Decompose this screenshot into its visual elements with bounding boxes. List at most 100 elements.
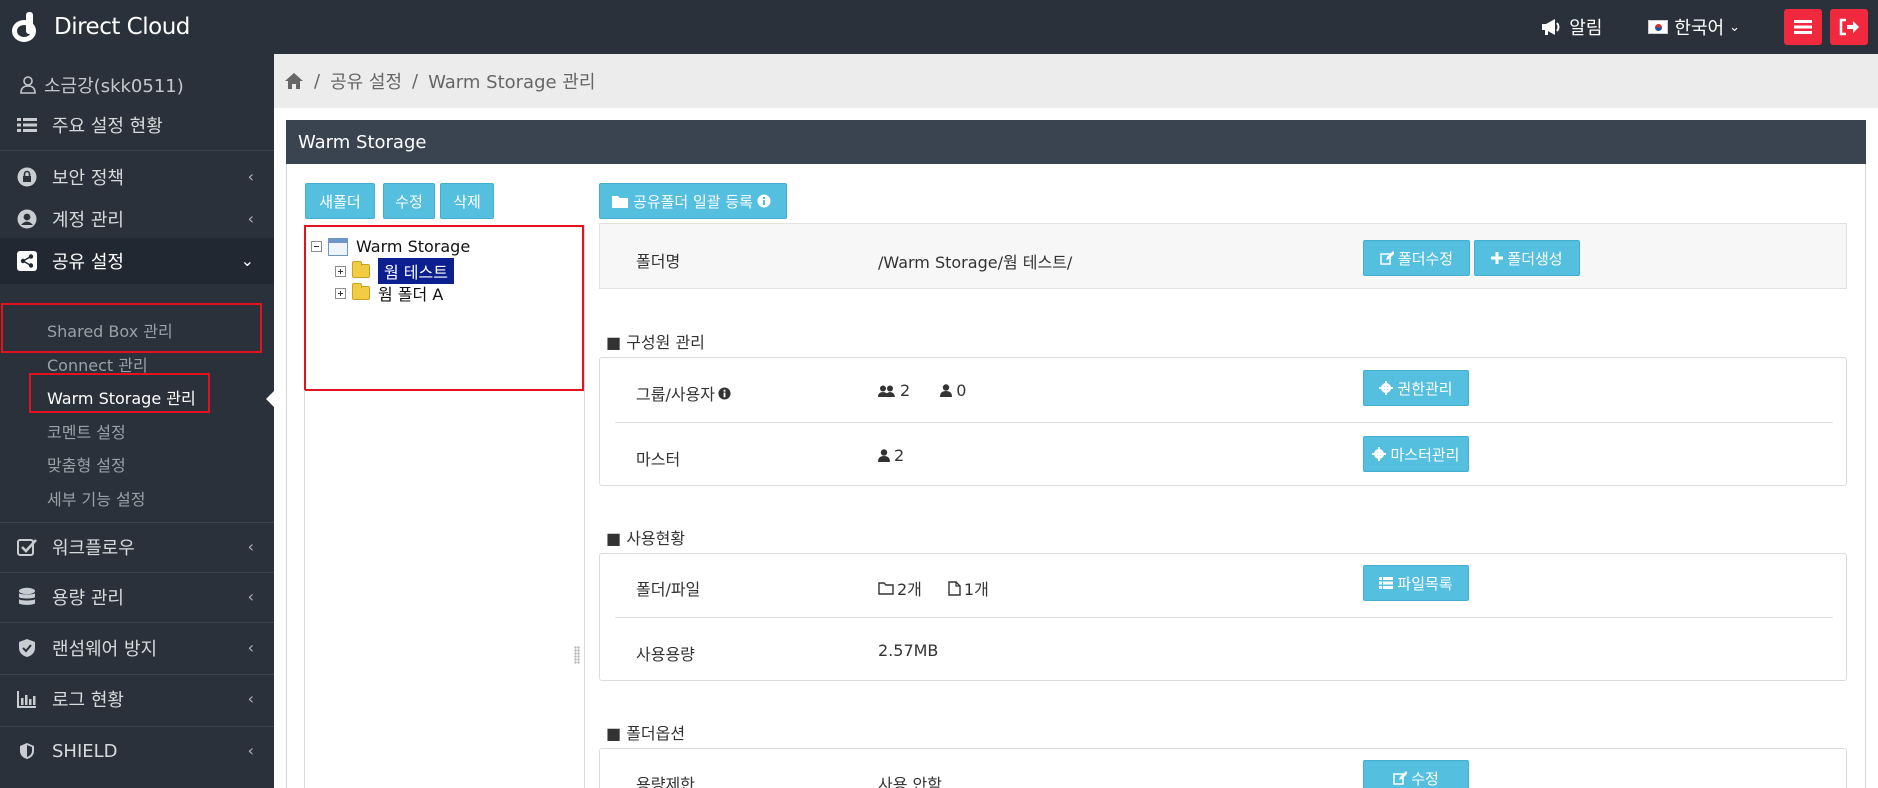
capacity-value: 2.57MB [878, 641, 939, 660]
expand-icon[interactable] [335, 265, 346, 277]
shield-icon [16, 740, 38, 762]
edit-icon [1380, 251, 1394, 265]
tree-pane-border [304, 390, 305, 788]
user-icon [940, 384, 953, 397]
users-icon [878, 385, 895, 397]
tree-node-label: Warm Storage [356, 237, 471, 256]
sign-out-icon [1839, 18, 1859, 36]
breadcrumb-sharing[interactable]: 공유 설정 [330, 68, 402, 94]
group-user-label: 그룹/사용자 [636, 385, 715, 404]
logo-mark-icon [12, 12, 48, 42]
language-selector[interactable]: 한국어 ⌄ [1648, 14, 1740, 40]
master-count-value: 2 [878, 446, 904, 465]
folder-path: /Warm Storage/웜 테스트/ [878, 253, 1073, 272]
new-folder-button[interactable]: 새폴더 [305, 183, 375, 219]
sidebar-subitem-comment[interactable]: 코멘트 설정 [47, 419, 126, 443]
members-card [599, 357, 1847, 486]
folder-edit-button[interactable]: 폴더수정 [1363, 240, 1470, 276]
sidebar-item-ransomware[interactable]: 랜섬웨어 방지 ‹ [0, 625, 274, 671]
tree-node-root[interactable]: Warm Storage [311, 237, 470, 256]
folder-edit-label: 폴더수정 [1397, 249, 1454, 268]
menu-button[interactable] [1784, 9, 1822, 45]
folder-create-button[interactable]: 폴더생성 [1474, 240, 1580, 276]
sidebar-divider [0, 674, 274, 675]
sidebar-divider [0, 150, 274, 151]
tree-node-warm-folder-a[interactable]: 웜 폴더 A [335, 281, 443, 305]
master-manage-button[interactable]: 마스터관리 [1363, 436, 1469, 472]
chevron-left-icon: ‹ [247, 741, 254, 760]
permission-manage-button[interactable]: 권한관리 [1363, 370, 1469, 406]
file-list-label: 파일목록 [1397, 574, 1453, 593]
edit-icon [1393, 771, 1408, 785]
sidebar: 소금강(skk0511) 주요 설정 현황 보안 정책 ‹ 계정 관리 ‹ 공유… [0, 54, 274, 788]
sidebar-item-workflow[interactable]: 워크플로우 ‹ [0, 524, 274, 570]
sidebar-item-sharing[interactable]: 공유 설정 ⌄ [0, 238, 274, 284]
expand-icon[interactable] [335, 287, 346, 299]
sidebar-subitem-custom[interactable]: 맞춤형 설정 [47, 452, 126, 476]
megaphone-icon [1542, 19, 1560, 35]
sidebar-divider [0, 572, 274, 573]
splitter-grip-icon[interactable] [574, 646, 580, 664]
sidebar-item-shield[interactable]: SHIELD ‹ [0, 728, 274, 774]
info-icon[interactable] [718, 386, 731, 400]
sidebar-subitem-shared-box[interactable]: Shared Box 관리 [47, 318, 173, 342]
folder-create-label: 폴더생성 [1507, 249, 1563, 268]
group-user-row-label: 그룹/사용자 [636, 381, 731, 405]
user-icon [20, 76, 36, 94]
limit-label: 용량제한 [636, 775, 695, 788]
user-icon [878, 449, 890, 462]
highlight-box [29, 373, 210, 413]
checkbox-icon [16, 536, 38, 558]
collapse-icon[interactable] [311, 241, 322, 252]
file-count: 1개 [963, 580, 989, 599]
chevron-left-icon: ‹ [247, 689, 254, 708]
folder-icon [352, 261, 370, 278]
options-edit-button[interactable]: 수정 [1363, 760, 1469, 788]
plus-icon [1491, 252, 1504, 264]
share-icon [16, 250, 38, 272]
capacity-label: 사용용량 [636, 645, 695, 664]
sidebar-item-logs[interactable]: 로그 현황 ‹ [0, 676, 274, 722]
sidebar-item-label: SHIELD [52, 740, 118, 762]
bulk-register-label: 공유폴더 일괄 등록 [633, 192, 753, 211]
folder-count: 2개 [897, 580, 922, 599]
logo[interactable]: Direct Cloud [12, 10, 190, 44]
home-icon[interactable] [284, 72, 304, 90]
logo-text: Direct Cloud [54, 14, 190, 40]
notifications-button[interactable]: 알림 [1541, 14, 1602, 40]
sidebar-subitem-detail[interactable]: 세부 기능 설정 [47, 486, 146, 510]
bulk-register-button[interactable]: 공유폴더 일괄 등록 [599, 183, 787, 219]
tree-pane-splitter[interactable] [584, 225, 585, 788]
edit-folder-button[interactable]: 수정 [383, 183, 435, 219]
chevron-down-icon: ⌄ [240, 251, 254, 270]
sidebar-item-overview[interactable]: 주요 설정 현황 [0, 102, 274, 148]
folder-info-card [599, 223, 1847, 289]
options-card [599, 748, 1847, 788]
user-count: 0 [956, 381, 967, 400]
sidebar-item-accounts[interactable]: 계정 관리 ‹ [0, 196, 274, 242]
list-icon [1379, 577, 1394, 589]
limit-value: 사용 안함 [878, 775, 942, 788]
folder-icon [612, 195, 629, 208]
breadcrumb: / 공유 설정 / Warm Storage 관리 [274, 54, 1878, 108]
sidebar-item-capacity[interactable]: 용량 관리 ‹ [0, 574, 274, 620]
usage-card [599, 553, 1847, 681]
sidebar-item-security[interactable]: 보안 정책 ‹ [0, 154, 274, 200]
breadcrumb-separator: / [314, 70, 321, 92]
usage-section-title: ■ 사용현황 [606, 529, 686, 548]
file-list-button[interactable]: 파일목록 [1363, 565, 1469, 601]
top-bar: Direct Cloud 알림 한국어 ⌄ [0, 0, 1878, 54]
sidebar-user[interactable]: 소금강(skk0511) [20, 72, 184, 98]
folder-outline-icon [878, 581, 894, 595]
folder-file-label: 폴더/파일 [636, 580, 701, 599]
breadcrumb-separator: / [412, 70, 419, 92]
logout-button[interactable] [1830, 9, 1868, 45]
delete-folder-button[interactable]: 삭제 [440, 183, 494, 219]
master-label: 마스터 [636, 450, 681, 469]
chevron-left-icon: ‹ [247, 537, 254, 556]
folder-icon [352, 283, 370, 300]
sidebar-divider [0, 522, 274, 523]
sidebar-item-label: 보안 정책 [52, 168, 124, 189]
sidebar-item-label: 주요 설정 현황 [52, 116, 163, 137]
info-icon [757, 194, 771, 208]
